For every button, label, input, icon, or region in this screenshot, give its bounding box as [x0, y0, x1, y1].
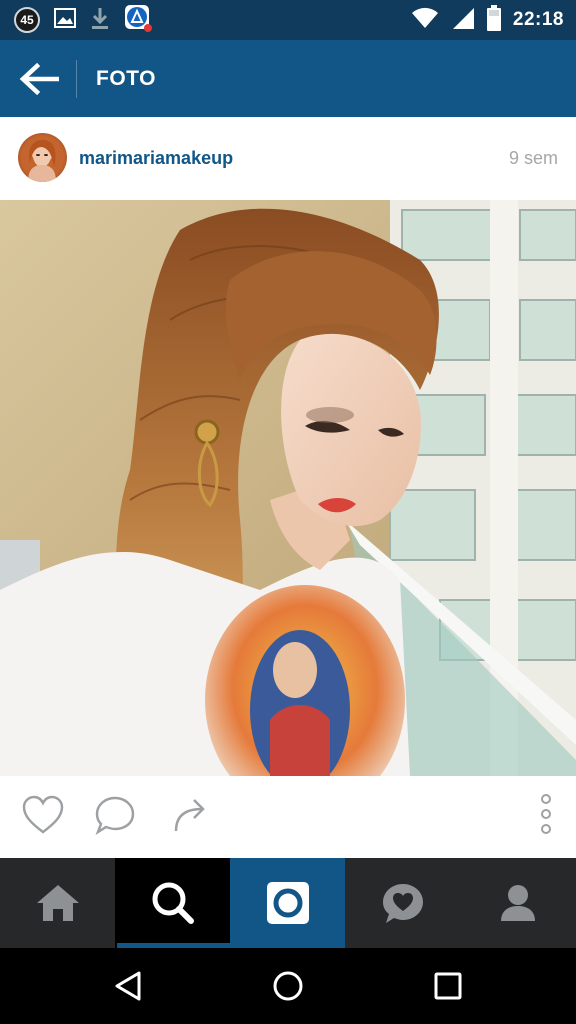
post-timestamp: 9 sem	[508, 148, 558, 168]
share-button[interactable]	[166, 792, 212, 838]
system-home-button[interactable]	[264, 962, 312, 1010]
download-icon	[90, 6, 110, 35]
status-time: 22:18	[512, 9, 564, 30]
tab-home[interactable]	[0, 858, 115, 948]
notification-count: 45	[20, 13, 34, 27]
post-header: marimariamakeup 9 sem	[0, 117, 576, 200]
status-bar-left: 45	[14, 4, 152, 37]
post-actions	[0, 776, 576, 858]
more-options-icon	[541, 794, 551, 834]
page-title: FOTO	[96, 67, 156, 90]
back-triangle-icon	[115, 971, 141, 1001]
wifi-icon	[411, 7, 439, 34]
comment-button[interactable]	[92, 792, 138, 838]
notification-count-icon: 45	[14, 7, 40, 33]
app-notification-icon	[124, 4, 152, 37]
back-button[interactable]	[18, 58, 60, 100]
home-icon	[36, 885, 79, 921]
tab-camera[interactable]	[230, 858, 345, 948]
signal-icon	[451, 6, 475, 35]
system-back-button[interactable]	[104, 962, 152, 1010]
comment-icon	[95, 796, 135, 835]
system-recents-button[interactable]	[424, 962, 472, 1010]
selfie-photo[interactable]	[0, 200, 576, 776]
status-bar-right: 22:18	[411, 4, 564, 36]
status-bar: 45 22:18	[0, 0, 576, 40]
bottom-tab-bar	[0, 858, 576, 948]
app-bar: FOTO	[0, 40, 576, 117]
like-button[interactable]	[20, 792, 66, 838]
tab-activity[interactable]	[345, 858, 460, 948]
more-options-button[interactable]	[523, 792, 569, 838]
home-circle-icon	[273, 971, 303, 1001]
tab-profile[interactable]	[460, 858, 575, 948]
camera-icon	[266, 882, 309, 924]
heart-icon	[22, 795, 64, 834]
avatar[interactable]	[18, 133, 67, 182]
battery-icon	[486, 4, 501, 36]
username-link[interactable]: marimariamakeup	[79, 148, 233, 169]
search-icon	[152, 882, 194, 924]
back-arrow-icon	[19, 63, 59, 95]
app-bar-divider	[76, 60, 77, 98]
profile-icon	[500, 885, 535, 921]
tab-search[interactable]	[115, 858, 230, 948]
system-nav-bar	[0, 948, 576, 1024]
activity-icon	[382, 884, 423, 923]
gallery-icon	[54, 7, 76, 33]
recents-square-icon	[434, 972, 462, 1000]
share-icon	[174, 799, 205, 832]
